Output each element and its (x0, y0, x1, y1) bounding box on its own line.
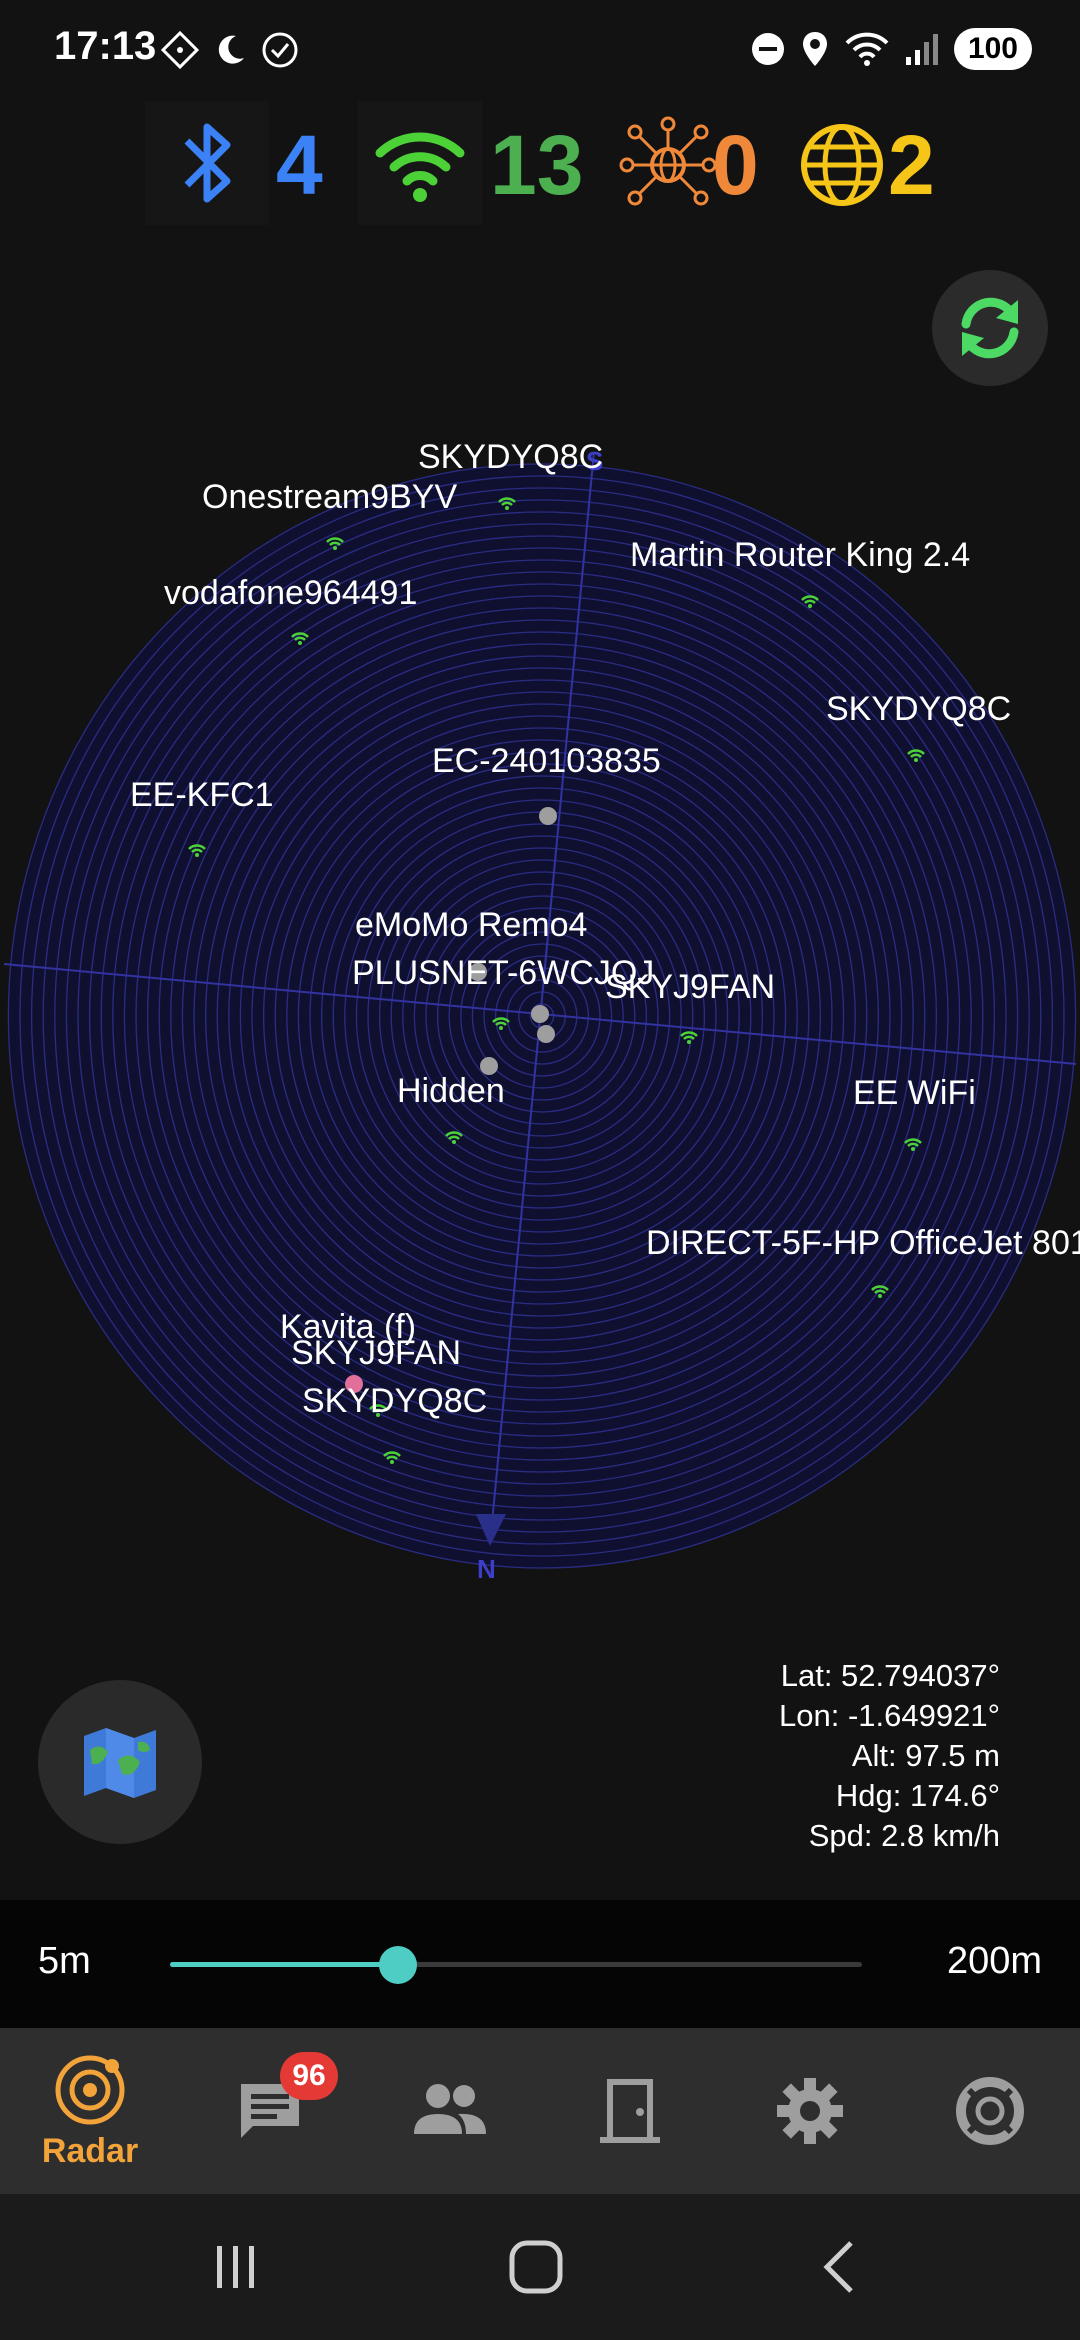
map-button[interactable] (38, 1680, 202, 1844)
radar-view[interactable]: S N SKYDYQ8C Onestream9BYV Martin Router… (0, 430, 1080, 1610)
signal-icon (905, 34, 938, 65)
map-icon (84, 1728, 156, 1798)
bluetooth-icon (184, 123, 231, 203)
status-time: 17:13 (54, 24, 157, 68)
wifi-icon (845, 32, 889, 66)
radar-icon (55, 2055, 125, 2124)
network-label[interactable]: Onestream9BYV (202, 478, 457, 516)
wifi-counter-icon (375, 132, 465, 202)
home-icon (509, 2240, 563, 2294)
status-bar: 17:13 100 (0, 0, 1080, 100)
bluetooth-count: 4 (276, 118, 323, 212)
device-counters: 4 13 0 2 (0, 95, 1080, 235)
mesh-counter-box[interactable] (618, 115, 718, 220)
lifebuoy-icon (956, 2077, 1024, 2145)
messages-badge: 96 (280, 2052, 338, 2100)
bottom-nav: Radar 96 (0, 2028, 1080, 2194)
location-icon (802, 32, 827, 66)
back-icon (823, 2241, 853, 2293)
nav-people[interactable] (360, 2028, 540, 2194)
network-label[interactable]: SKYDYQ8C (418, 438, 603, 476)
refresh-button[interactable] (932, 270, 1048, 386)
range-slider[interactable] (170, 1946, 862, 1984)
location-info: Lat: 52.794037° Lon: -1.649921° Alt: 97.… (779, 1656, 1000, 1856)
gear-icon (777, 2078, 843, 2144)
wifi-counter-box[interactable] (358, 101, 482, 225)
network-label[interactable]: SKYDYQ8C (826, 690, 1011, 728)
nav-radar-label: Radar (41, 2131, 139, 2170)
bluetooth-counter-box[interactable] (145, 101, 269, 225)
heading-readout: Hdg: 174.6° (835, 1778, 1000, 1813)
speed-readout: Spd: 2.8 km/h (808, 1818, 1000, 1853)
recents-icon (217, 2246, 254, 2288)
network-label[interactable]: Martin Router King 2.4 (630, 536, 970, 574)
wifi-count: 13 (490, 118, 584, 212)
range-slider-thumb[interactable] (379, 1946, 418, 1984)
nav-radar[interactable]: Radar (0, 2028, 180, 2194)
range-bar: 5m 200m (0, 1900, 1080, 2028)
compass-north-label: N (477, 1554, 496, 1584)
nav-settings[interactable] (720, 2028, 900, 2194)
globe-icon (801, 124, 883, 206)
nav-help[interactable] (900, 2028, 1080, 2194)
mesh-count: 0 (712, 118, 759, 212)
internet-count: 2 (888, 118, 935, 212)
network-label[interactable]: SKYJ9FAN (291, 1334, 461, 1372)
network-label[interactable]: eMoMo Remo4 (355, 906, 587, 944)
refresh-icon (961, 297, 1019, 359)
nav-door[interactable] (540, 2028, 720, 2194)
network-label[interactable]: EE-KFC1 (130, 776, 274, 814)
altitude-readout: Alt: 97.5 m (851, 1738, 1000, 1773)
device-marker[interactable] (537, 1025, 555, 1043)
battery-level: 100 (953, 28, 1032, 70)
door-icon (600, 2079, 660, 2143)
longitude-readout: Lon: -1.649921° (779, 1698, 1000, 1733)
latitude-readout: Lat: 52.794037° (780, 1658, 1000, 1693)
people-icon (414, 2084, 486, 2134)
do-not-disturb-icon (751, 33, 784, 65)
night-mode-icon (218, 35, 244, 64)
network-label[interactable]: SKYDYQ8C (302, 1382, 487, 1420)
home-button[interactable] (476, 2224, 596, 2310)
status-icons-left (160, 30, 300, 70)
range-slider-fill (170, 1962, 399, 1967)
status-icons-right: 100 (750, 28, 1032, 70)
recents-button[interactable] (176, 2224, 296, 2310)
range-max-label: 200m (946, 1940, 1042, 1982)
network-label[interactable]: DIRECT-5F-HP OfficeJet 801 (646, 1224, 1080, 1262)
check-circle-icon (262, 32, 298, 68)
device-marker[interactable] (539, 807, 557, 825)
network-label[interactable]: SKYJ9FAN (605, 968, 775, 1006)
range-min-label: 5m (38, 1940, 91, 1982)
internet-counter-box[interactable] (796, 119, 888, 216)
dnd-diamond-icon (160, 30, 200, 70)
nav-messages[interactable]: 96 (180, 2028, 360, 2194)
back-button[interactable] (780, 2224, 900, 2310)
network-label[interactable]: EC-240103835 (432, 742, 661, 780)
system-nav (0, 2194, 1080, 2340)
mesh-network-icon (619, 116, 717, 206)
device-marker[interactable] (531, 1005, 549, 1023)
network-label[interactable]: vodafone964491 (164, 574, 417, 612)
network-label[interactable]: Hidden (397, 1072, 505, 1110)
network-label[interactable]: EE WiFi (853, 1074, 976, 1112)
